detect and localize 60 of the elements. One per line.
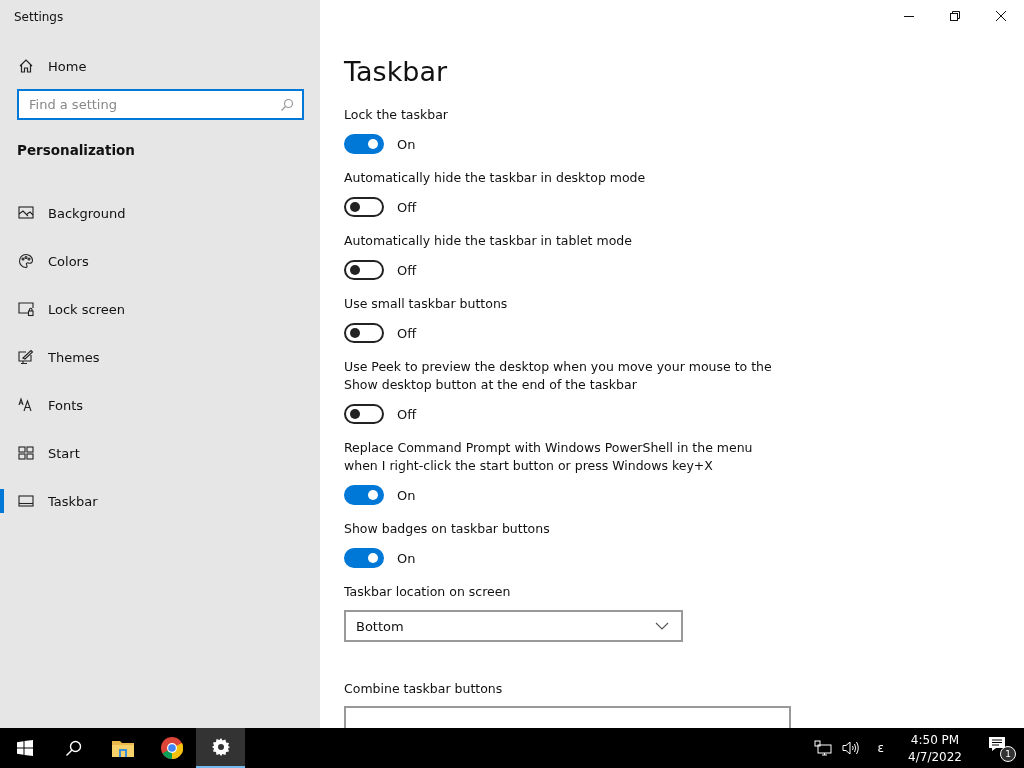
tiles-icon bbox=[18, 445, 34, 461]
setting-label: Use small taskbar buttons bbox=[344, 295, 509, 313]
taskbar-icon bbox=[18, 493, 34, 509]
toggle-switch[interactable] bbox=[344, 260, 384, 280]
fonts-icon bbox=[18, 397, 34, 413]
browser-icon bbox=[160, 737, 183, 759]
toggle-switch[interactable] bbox=[344, 323, 384, 343]
toggle-switch[interactable] bbox=[344, 197, 384, 217]
notification-count: 1 bbox=[1000, 746, 1016, 762]
toggle-state: On bbox=[397, 487, 416, 503]
setting-label: Automatically hide the taskbar in tablet mode bbox=[344, 232, 633, 250]
sidebar-item[interactable]: Lock screen bbox=[0, 285, 320, 333]
toggle-state: On bbox=[397, 136, 416, 152]
toggle-state: Off bbox=[397, 406, 417, 422]
toggle-state: Off bbox=[397, 325, 417, 341]
clock[interactable]: 4:50 PM 4/7/2022 bbox=[908, 732, 978, 764]
sidebar-item[interactable]: Taskbar bbox=[0, 477, 320, 525]
setting-label: Show badges on taskbar buttons bbox=[344, 520, 551, 538]
setting-label: Automatically hide the taskbar in desktop mode bbox=[344, 169, 647, 187]
dropdown[interactable]: Bottom bbox=[344, 610, 683, 642]
chevron-down-icon bbox=[655, 622, 669, 630]
setting-label: Taskbar location on screen bbox=[344, 583, 512, 601]
toggle-switch[interactable] bbox=[344, 134, 384, 154]
setting-label: Use Peek to preview the desktop when you move your mouse to the Show desktop button at the end of the taskbar bbox=[344, 358, 773, 394]
sidebar-item[interactable]: Start bbox=[0, 429, 320, 477]
toggle-switch[interactable] bbox=[344, 548, 384, 568]
themes-icon bbox=[18, 349, 34, 365]
search-icon bbox=[65, 739, 82, 757]
speaker-icon bbox=[841, 740, 860, 756]
search-field[interactable]: Find a setting bbox=[17, 89, 304, 120]
sidebar-item[interactable]: Colors bbox=[0, 237, 320, 285]
windows-icon bbox=[16, 740, 33, 756]
page-title: Taskbar bbox=[344, 56, 449, 89]
image-icon bbox=[18, 205, 34, 221]
setting-label: Replace Command Prompt with Windows PowerShell in the menu when I right-click the start button or press Windows key+X bbox=[344, 439, 754, 475]
sidebar-item[interactable]: Fonts bbox=[0, 381, 320, 429]
language-indicator[interactable]: ε bbox=[869, 741, 899, 755]
toggle-state: Off bbox=[397, 199, 417, 215]
toggle-switch[interactable] bbox=[344, 404, 384, 424]
folder-icon bbox=[111, 739, 134, 757]
sidebar-item[interactable]: Background bbox=[0, 189, 320, 237]
close-icon bbox=[995, 10, 1007, 22]
section-heading: Personalization bbox=[16, 141, 136, 160]
restore-icon bbox=[949, 10, 961, 22]
message-icon bbox=[988, 736, 1006, 752]
toggle-state: On bbox=[397, 550, 416, 566]
palette-icon bbox=[18, 253, 34, 269]
setting-label: Combine taskbar buttons bbox=[344, 680, 504, 698]
toggle-switch[interactable] bbox=[344, 485, 384, 505]
sidebar-item[interactable]: Themes bbox=[0, 333, 320, 381]
toggle-state: Off bbox=[397, 262, 417, 278]
gear-icon bbox=[211, 738, 230, 756]
settings-button[interactable] bbox=[196, 728, 245, 768]
home-icon bbox=[18, 58, 34, 74]
home-link[interactable]: Home bbox=[0, 50, 320, 82]
lock-screen-icon bbox=[18, 301, 34, 317]
window-title: Settings bbox=[13, 9, 65, 26]
network-icon bbox=[813, 740, 832, 756]
search-icon bbox=[280, 98, 294, 112]
setting-label: Lock the taskbar bbox=[344, 106, 449, 124]
